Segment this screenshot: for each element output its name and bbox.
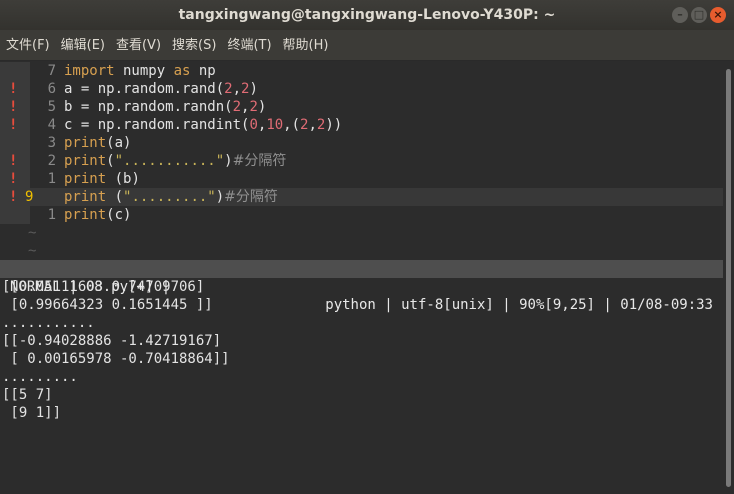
line-number: 6 — [47, 81, 56, 97]
menu-view[interactable]: 查看(V) — [110, 30, 166, 60]
vim-statusline: NORMAL | 08.py[+] | python | utf-8[unix]… — [0, 260, 723, 313]
editor-line[interactable]: ! 6 a = np.random.rand(2,2) — [0, 80, 723, 98]
tilde-marker: ~ — [28, 243, 37, 259]
code-text: b = np.random.randn(2,2) — [64, 99, 267, 115]
minimize-icon[interactable]: – — [672, 7, 688, 23]
editor-line[interactable]: 1 print(c) — [0, 206, 723, 224]
line-number: 9 — [25, 189, 34, 205]
code-text: print(c) — [64, 207, 132, 223]
editor-line[interactable]: ! 2 print("...........")#分隔符 — [0, 152, 723, 170]
terminal-window: tangxingwang@tangxingwang-Lenovo-Y430P: … — [0, 0, 734, 494]
title-bar[interactable]: tangxingwang@tangxingwang-Lenovo-Y430P: … — [0, 0, 734, 30]
terminal-area[interactable]: 7 import numpy as np! 6 a = np.random.rand(… — [0, 61, 723, 494]
output-line: [[-0.94028886 -1.42719167] — [2, 333, 222, 349]
editor-line[interactable]: ! 9 print (".........")#分隔符 — [0, 188, 723, 206]
line-number: 5 — [47, 99, 56, 115]
line-number: 4 — [47, 117, 56, 133]
menu-search[interactable]: 搜索(S) — [166, 30, 221, 60]
syntax-error-sign-icon: ! — [0, 152, 30, 170]
syntax-error-sign-icon: ! — [0, 116, 30, 134]
code-text: print (b) — [64, 171, 140, 187]
code-text: c = np.random.randint(0,10,(2,2)) — [64, 117, 343, 133]
empty-buffer-line: ~ — [0, 242, 723, 260]
editor-line[interactable]: ! 5 b = np.random.randn(2,2) — [0, 98, 723, 116]
maximize-icon[interactable]: □ — [691, 7, 707, 23]
menu-file[interactable]: 文件(F) — [0, 30, 55, 60]
output-line: [0.99664323 0.1651445 ]] — [2, 297, 213, 313]
line-number: 1 — [47, 207, 56, 223]
output-line: [ 0.00165978 -0.70418864]] — [2, 351, 230, 367]
sign-column — [0, 134, 30, 152]
syntax-error-sign-icon: ! — [0, 170, 30, 188]
editor-line[interactable]: ! 4 c = np.random.randint(0,10,(2,2)) — [0, 116, 723, 134]
output-line: [[5 7] — [2, 387, 53, 403]
status-right: python | utf-8[unix] | 90%[9,25] | 01/08… — [325, 297, 713, 313]
window-controls: – □ × — [672, 7, 726, 23]
empty-buffer-line: ~ — [0, 224, 723, 242]
line-number: 2 — [47, 153, 56, 169]
close-icon[interactable]: × — [710, 7, 726, 23]
editor-line[interactable]: 7 import numpy as np — [0, 62, 723, 80]
sign-column — [0, 206, 30, 224]
code-text: print (".........")#分隔符 — [64, 189, 278, 205]
output-line: ........... — [2, 315, 95, 331]
output-line: [9 1]] — [2, 405, 62, 421]
output-line: ......... — [2, 369, 78, 385]
menu-bar: 文件(F) 编辑(E) 查看(V) 搜索(S) 终端(T) 帮助(H) — [0, 30, 734, 61]
line-number: 3 — [47, 135, 56, 151]
menu-edit[interactable]: 编辑(E) — [55, 30, 110, 60]
syntax-error-sign-icon: ! — [0, 80, 30, 98]
syntax-error-sign-icon: ! — [0, 98, 30, 116]
editor-line[interactable]: 3 print(a) — [0, 134, 723, 152]
code-text: import numpy as np — [64, 63, 216, 79]
sign-column — [0, 62, 30, 80]
output-line: [[0.05111603 0.74709706] — [2, 279, 205, 295]
menu-help[interactable]: 帮助(H) — [277, 30, 334, 60]
menu-terminal[interactable]: 终端(T) — [221, 30, 276, 60]
code-text: a = np.random.rand(2,2) — [64, 81, 258, 97]
code-text: print(a) — [64, 135, 132, 151]
window-title: tangxingwang@tangxingwang-Lenovo-Y430P: … — [178, 7, 556, 23]
scrollbar-thumb[interactable] — [726, 69, 731, 487]
scrollbar[interactable] — [723, 61, 734, 494]
line-number: 1 — [47, 171, 56, 187]
editor-line[interactable]: ! 1 print (b) — [0, 170, 723, 188]
code-text: print("...........")#分隔符 — [64, 153, 287, 169]
line-number: 7 — [47, 63, 56, 79]
tilde-marker: ~ — [28, 225, 37, 241]
